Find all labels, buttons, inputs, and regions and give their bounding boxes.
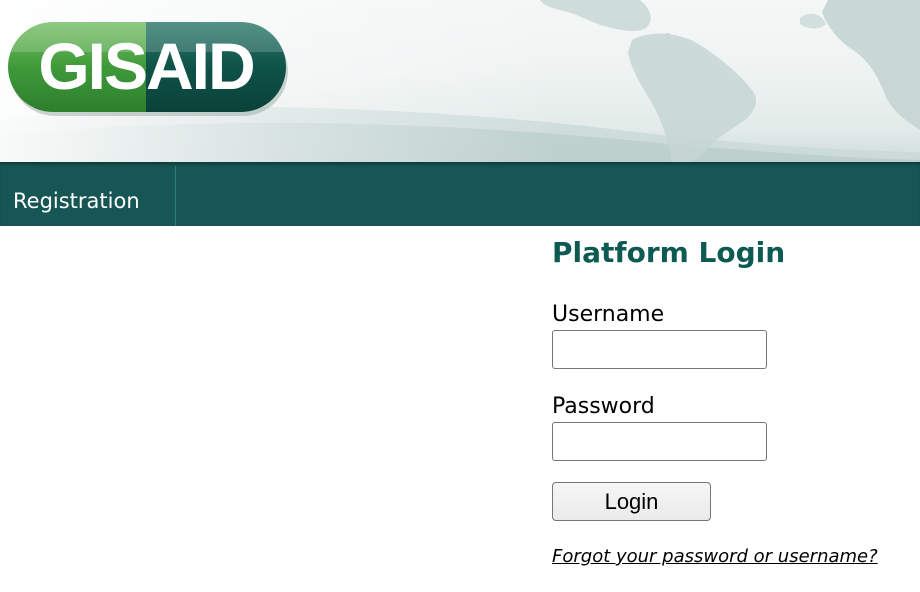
page-title: Platform Login [552, 236, 786, 269]
password-label: Password [552, 394, 655, 419]
password-input[interactable] [552, 422, 767, 461]
logo-text: GISAID [38, 29, 253, 103]
page: GISAID Registration Platform Login Usern… [0, 0, 920, 592]
forgot-password-link[interactable]: Forgot your password or username? [552, 546, 878, 567]
username-label: Username [552, 302, 665, 327]
gisaid-logo: GISAID [8, 22, 288, 116]
login-button[interactable]: Login [552, 482, 711, 521]
header-banner: GISAID [0, 0, 920, 162]
nav-item-registration[interactable]: Registration [0, 166, 176, 226]
username-input[interactable] [552, 330, 767, 369]
nav-bar: Registration [0, 162, 920, 226]
